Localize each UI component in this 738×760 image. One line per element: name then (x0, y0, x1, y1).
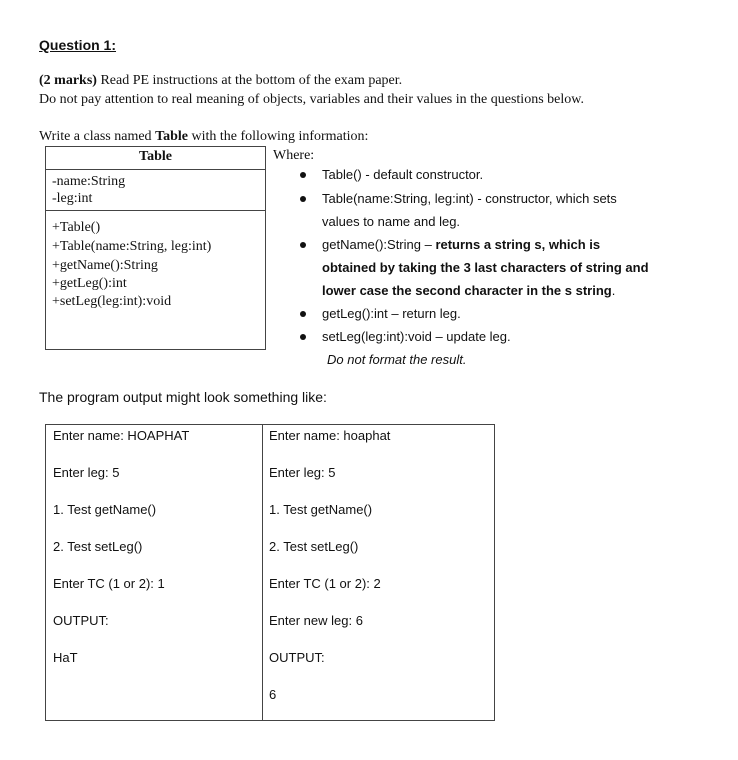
bullet-icon (300, 311, 306, 317)
format-note: Do not format the result. (327, 352, 467, 367)
instruction-line-1: (2 marks) Read PE instructions at the bo… (39, 73, 402, 89)
output-table: Enter name: HOAPHAT Enter leg: 5 1. Test… (45, 424, 495, 721)
left-output-line: OUTPUT: (53, 613, 109, 628)
right-output-line: Enter TC (1 or 2): 2 (269, 576, 381, 591)
marks-label: (2 marks) (39, 73, 97, 88)
bullet-default-constructor: Table() - default constructor. (322, 167, 484, 182)
uml-method: +Table() (52, 220, 101, 235)
uml-method: +getLeg():int (52, 276, 127, 291)
left-output-line: 2. Test setLeg() (53, 539, 143, 554)
left-output-line: 1. Test getName() (53, 502, 157, 517)
bullet-icon (300, 334, 306, 340)
uml-attribute: -leg:int (52, 191, 93, 206)
right-output-line: OUTPUT: (269, 650, 325, 665)
instruction-line-2: Do not pay attention to real meaning of … (39, 92, 584, 107)
uml-method: +setLeg(leg:int):void (52, 294, 172, 309)
getname-period: . (611, 283, 616, 298)
getname-description-last: lower case the second character in the s… (322, 283, 612, 298)
bullet-setleg: setLeg(leg:int):void – update leg. (322, 329, 511, 344)
right-output-line: 1. Test getName() (269, 502, 373, 517)
where-label: Where: (273, 148, 315, 163)
output-intro: The program output might look something … (39, 389, 327, 405)
bullet-getname: getName():String – returns a string s, w… (322, 237, 600, 252)
left-output-line: HaT (53, 650, 78, 665)
write-class-line: Write a class named Table with the follo… (39, 129, 368, 145)
getname-description: returns a string s, which is (435, 237, 601, 252)
column-divider (262, 425, 263, 720)
instruction-text: Read PE instructions at the bottom of th… (96, 73, 403, 88)
write-prefix: Write a class named (39, 129, 156, 144)
bullet-icon (300, 196, 306, 202)
bullet-param-constructor: Table(name:String, leg:int) - constructo… (322, 191, 617, 206)
bullet-icon (300, 172, 306, 178)
uml-method: +Table(name:String, leg:int) (52, 239, 212, 254)
bullet-getleg: getLeg():int – return leg. (322, 306, 461, 321)
left-output-line: Enter TC (1 or 2): 1 (53, 576, 165, 591)
left-output-line: Enter name: HOAPHAT (53, 428, 190, 443)
class-name: Table (155, 129, 189, 144)
question-title: Question 1: (39, 37, 117, 53)
right-output-line: 2. Test setLeg() (269, 539, 359, 554)
uml-attributes: -name:String -leg:int (46, 169, 265, 211)
uml-method: +getName():String (52, 258, 158, 273)
uml-class-diagram: Table -name:String -leg:int +Table() +Ta… (45, 146, 266, 350)
right-output-line: Enter leg: 5 (269, 465, 336, 480)
bullet-icon (300, 242, 306, 248)
right-output-line: 6 (269, 687, 277, 702)
write-suffix: with the following information: (188, 129, 369, 144)
uml-class-header: Table (46, 147, 265, 170)
left-output-line: Enter leg: 5 (53, 465, 120, 480)
right-output-line: Enter name: hoaphat (269, 428, 391, 443)
getname-signature: getName():String – (322, 237, 436, 252)
getname-description-end: lower case the second character in the s… (322, 283, 615, 298)
right-output-line: Enter new leg: 6 (269, 613, 363, 628)
bullet-param-constructor-cont: values to name and leg. (322, 214, 461, 229)
uml-attribute: -name:String (52, 174, 126, 189)
getname-description-cont: obtained by taking the 3 last characters… (322, 260, 649, 275)
